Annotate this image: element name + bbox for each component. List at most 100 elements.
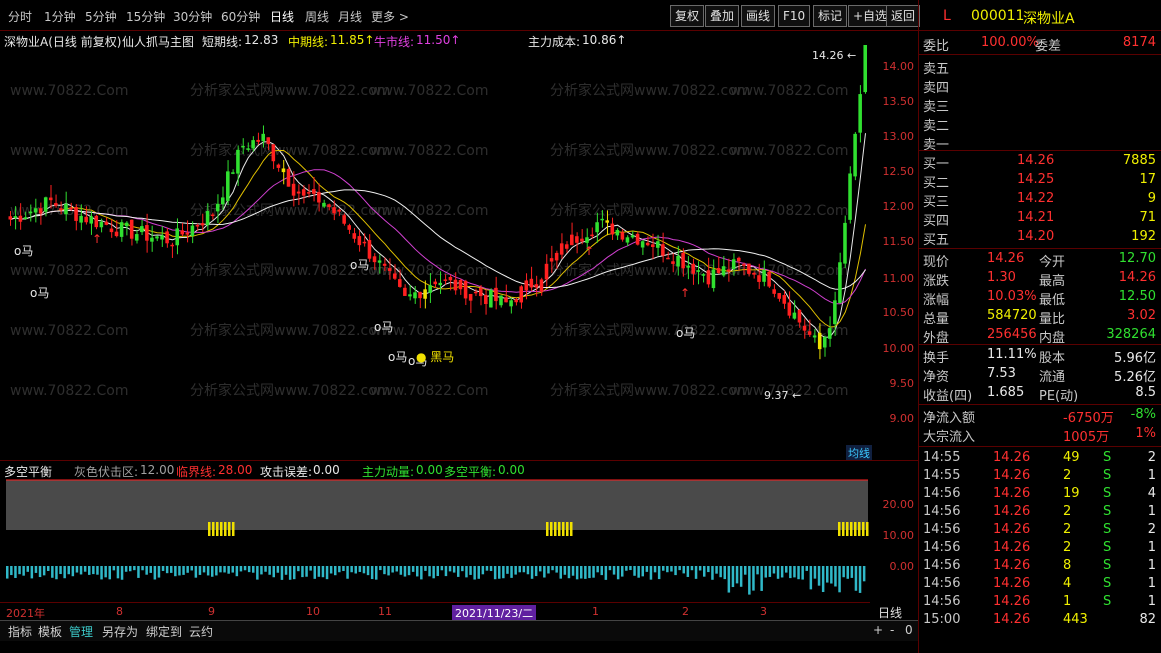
stock-code[interactable]: 000011 — [971, 8, 1024, 24]
period-tab-30min[interactable]: 30分钟 — [173, 8, 212, 25]
svg-text:分析家公式网www.70822.com: 分析家公式网www.70822.com — [550, 322, 750, 339]
momentum-bar — [789, 566, 792, 579]
momentum-bar — [354, 566, 357, 574]
buy-level-label: 买二 — [923, 176, 950, 191]
momentum-bar — [223, 566, 226, 573]
candle — [296, 184, 301, 206]
zoom-reset-button[interactable]: 0 — [905, 623, 913, 637]
period-tab-60min[interactable]: 60分钟 — [221, 8, 260, 25]
momentum-bar — [448, 566, 452, 572]
stat2-label: 流通 — [1039, 370, 1066, 385]
momentum-bar — [18, 566, 21, 575]
momentum-bar — [584, 566, 587, 579]
candle — [767, 270, 771, 289]
tab-bind-to[interactable]: 绑定到 — [146, 623, 182, 640]
tab-template[interactable]: 模板 — [38, 623, 62, 640]
period-tab-15min[interactable]: 15分钟 — [126, 8, 165, 25]
tick-volume: 8 — [1063, 558, 1072, 573]
zoom-out-button[interactable]: - — [890, 623, 894, 637]
candle — [640, 240, 645, 255]
period-tab-daily[interactable]: 日线 — [270, 8, 294, 25]
restore-rights-button[interactable]: 复权 — [670, 5, 705, 27]
period-tab-weekly[interactable]: 周线 — [305, 8, 329, 25]
period-toolbar: 分时 1分钟 5分钟 15分钟 30分钟 60分钟 日线 周线 月线 更多 > … — [0, 0, 921, 31]
indicator-chart[interactable] — [0, 478, 870, 600]
momentum-bar — [165, 566, 169, 574]
momentum-bar — [350, 566, 353, 573]
period-tab-timeshare[interactable]: 分时 — [8, 8, 32, 25]
candle — [853, 132, 857, 181]
tab-manage[interactable]: 管理 — [69, 623, 93, 640]
mark-button[interactable]: 标记 — [813, 5, 848, 27]
candle — [170, 242, 174, 258]
buy-volume: 9 — [1147, 191, 1156, 206]
f10-button[interactable]: F10 — [778, 5, 811, 27]
back-button[interactable]: 返回 — [886, 5, 921, 27]
ind-ytick: 0.00 — [889, 560, 915, 573]
tick-time: 14:56 — [923, 522, 961, 537]
momentum-bar — [100, 566, 103, 580]
ind-ytick: 20.00 — [882, 498, 915, 511]
momentum-bar — [260, 566, 263, 575]
momentum-bar — [321, 566, 325, 578]
momentum-bar — [760, 566, 763, 591]
stat-value: 14.26 — [987, 251, 1025, 266]
tick-time: 14:56 — [923, 576, 961, 591]
momentum-bar — [469, 566, 472, 575]
price-tick: 10.00 — [882, 342, 915, 355]
attack-flag — [842, 522, 845, 536]
price-tick: 11.50 — [882, 235, 915, 248]
tab-indicator[interactable]: 指标 — [8, 623, 32, 640]
period-tab-monthly[interactable]: 月线 — [338, 8, 362, 25]
stock-name[interactable]: 深物业A — [1023, 8, 1075, 28]
candle — [666, 251, 670, 260]
order-ratio-label: 委比 — [923, 39, 950, 54]
flow-label: 大宗流入 — [923, 430, 976, 445]
momentum-bar — [588, 566, 591, 579]
momentum-bar — [391, 566, 394, 573]
momentum-bar — [399, 566, 403, 575]
stat-label: 量比 — [1039, 312, 1066, 327]
momentum-bar — [338, 566, 341, 573]
momentum-bar — [510, 566, 513, 578]
tick-count: 2 — [1147, 522, 1156, 537]
momentum-bar — [813, 566, 817, 579]
candlestick-chart[interactable]: www.70822.Com 分析家公式网www.70822.comwww.7082… — [0, 45, 870, 445]
svg-text:www.70822.Com: www.70822.Com — [10, 323, 128, 339]
momentum-bar — [690, 566, 694, 571]
momentum-bar — [559, 566, 562, 579]
tick-side: S — [1103, 558, 1112, 573]
momentum-bar — [63, 566, 66, 579]
zoom-in-button[interactable]: + — [873, 623, 883, 637]
momentum-bar — [51, 566, 54, 578]
momentum-bar — [334, 566, 337, 576]
stat2-label: 股本 — [1039, 351, 1066, 366]
svg-text:分析家公式网www.70822.com: 分析家公式网www.70822.com — [550, 82, 750, 99]
period-tab-5min[interactable]: 5分钟 — [85, 8, 117, 25]
momentum-bar — [477, 566, 480, 579]
stat-value: 10.03% — [987, 289, 1037, 304]
momentum-bar — [104, 566, 107, 578]
period-tab-1min[interactable]: 1分钟 — [44, 8, 76, 25]
ma-line — [10, 169, 866, 305]
momentum-bar — [723, 566, 726, 580]
buy-price: 14.25 — [1017, 172, 1055, 187]
candle — [94, 214, 99, 230]
tab-save-as[interactable]: 另存为 — [102, 623, 138, 640]
candle — [519, 285, 523, 309]
buy-level-row: 买一 14.26 7885 — [923, 153, 1158, 172]
main-momentum-value: 0.00 — [416, 463, 443, 477]
momentum-bar — [153, 566, 157, 580]
tick-time: 14:56 — [923, 594, 961, 609]
horse-signal: ● 黑马 — [416, 350, 454, 364]
tick-price: 14.26 — [993, 504, 1031, 519]
draw-line-button[interactable]: 画线 — [741, 5, 776, 27]
period-tab-more[interactable]: 更多 > — [371, 8, 409, 25]
overlay-button[interactable]: 叠加 — [705, 5, 740, 27]
momentum-bar — [26, 566, 29, 572]
tick-count: 2 — [1147, 450, 1156, 465]
buy-level-label: 买三 — [923, 195, 950, 210]
momentum-bar — [715, 566, 718, 574]
tab-cloud[interactable]: 云约 — [189, 623, 213, 640]
momentum-bar — [30, 566, 34, 579]
